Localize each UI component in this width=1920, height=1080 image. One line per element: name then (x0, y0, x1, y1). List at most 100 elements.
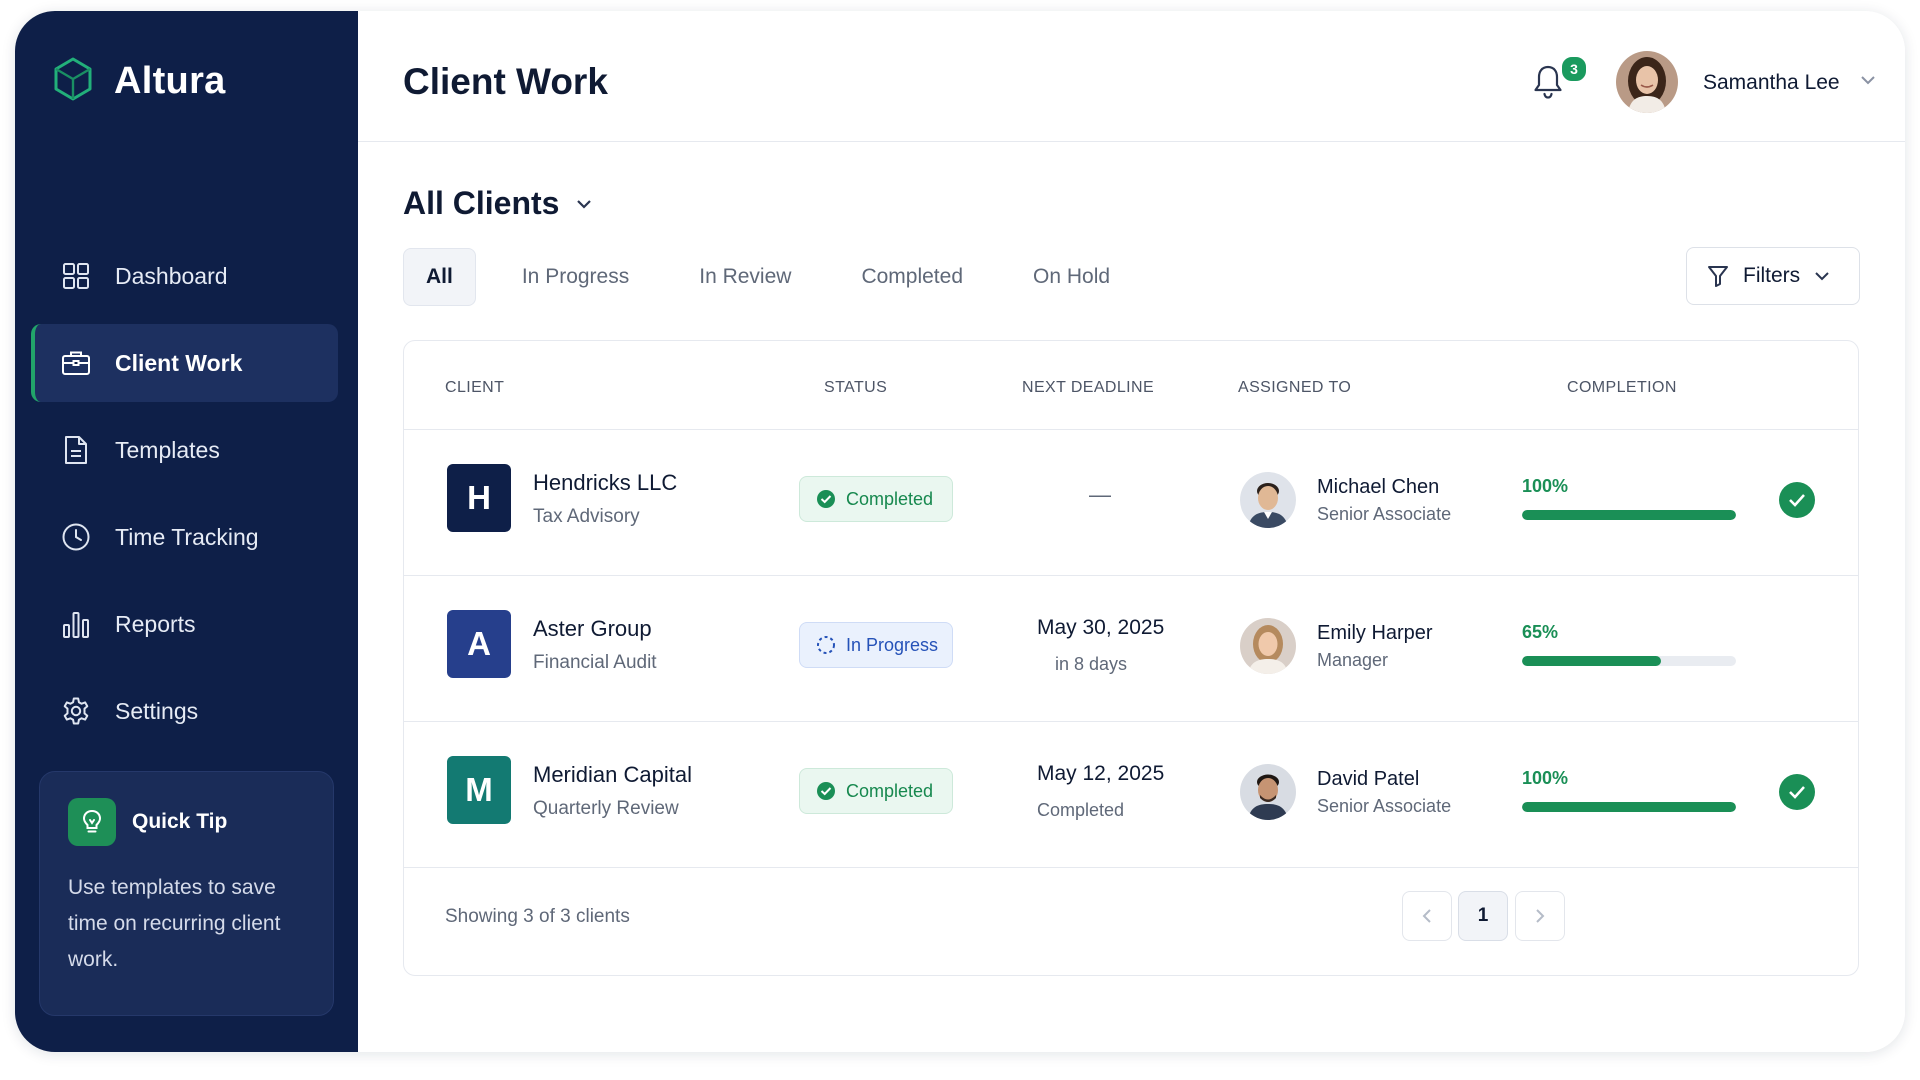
user-name[interactable]: Samantha Lee (1703, 71, 1840, 95)
completion-progress-bar (1522, 510, 1736, 520)
app-name: Altura (114, 60, 226, 102)
section-title[interactable]: All Clients (403, 185, 593, 222)
complete-check-icon (1779, 774, 1815, 810)
client-name[interactable]: Hendricks LLC (533, 470, 677, 496)
column-header-assigned[interactable]: ASSIGNED TO (1238, 379, 1351, 397)
document-icon (61, 435, 91, 465)
sidebar-item-dashboard[interactable]: Dashboard (31, 237, 338, 315)
main-content: Client Work 3 Samantha Lee All Clients A… (358, 11, 1905, 1052)
tab-in-review[interactable]: In Review (677, 248, 813, 306)
client-service: Quarterly Review (533, 798, 679, 819)
chevron-right-icon (1536, 909, 1545, 923)
dashboard-icon (61, 261, 91, 291)
next-page-button[interactable] (1515, 891, 1565, 941)
gear-icon (61, 696, 91, 726)
deadline-date: May 12, 2025 (1037, 762, 1165, 785)
tab-on-hold[interactable]: On Hold (1011, 248, 1132, 306)
notification-count-badge: 3 (1560, 55, 1588, 83)
clock-icon (61, 522, 91, 552)
status-tabs: All In Progress In Review Completed On H… (403, 248, 1158, 306)
filters-button[interactable]: Filters (1686, 247, 1860, 305)
brand[interactable]: Altura (52, 56, 226, 107)
assignee-role: Senior Associate (1317, 796, 1452, 816)
column-header-status[interactable]: STATUS (824, 379, 887, 397)
sidebar-item-label: Settings (115, 697, 199, 724)
completion-percent: 100% (1522, 476, 1569, 496)
check-circle-icon (817, 782, 835, 800)
user-avatar[interactable] (1616, 51, 1678, 113)
tab-completed[interactable]: Completed (839, 248, 985, 306)
assignee-role: Senior Associate (1317, 504, 1452, 524)
table-row[interactable]: M Meridian Capital Quarterly Review Comp… (404, 722, 1858, 868)
section-title-label: All Clients (403, 185, 560, 221)
sidebar: Altura Dashboard Client Work Templates T… (15, 11, 358, 1052)
deadline-date: — (1089, 482, 1111, 507)
column-header-client[interactable]: CLIENT (445, 379, 504, 397)
client-name[interactable]: Meridian Capital (533, 762, 692, 788)
status-label: Completed (846, 780, 934, 801)
sidebar-item-time-tracking[interactable]: Time Tracking (31, 498, 338, 576)
client-service: Financial Audit (533, 652, 657, 673)
sidebar-item-templates[interactable]: Templates (31, 411, 338, 489)
sidebar-nav: Dashboard Client Work Templates Time Tra… (31, 237, 338, 759)
chevron-left-icon (1422, 909, 1431, 923)
status-label: In Progress (846, 634, 939, 655)
assignee-avatar (1240, 618, 1296, 674)
assignee-avatar (1240, 472, 1296, 528)
quick-tip-card: Quick Tip Use templates to save time on … (39, 771, 334, 1016)
column-header-completion[interactable]: COMPLETION (1567, 379, 1677, 397)
client-name[interactable]: Aster Group (533, 616, 652, 642)
client-logo: A (447, 610, 511, 678)
assignee-name: David Patel (1317, 768, 1420, 790)
status-label: Completed (846, 488, 934, 509)
quick-tip-title: Quick Tip (132, 810, 228, 833)
column-header-deadline[interactable]: NEXT DEADLINE (1022, 379, 1154, 397)
status-badge: Completed (799, 476, 953, 522)
lightbulb-icon (68, 798, 116, 846)
client-logo: H (447, 464, 511, 532)
quick-tip-text: Use templates to save time on recurring … (68, 876, 281, 971)
table-row[interactable]: A Aster Group Financial Audit In Progres… (404, 576, 1858, 722)
table-row[interactable]: H Hendricks LLC Tax Advisory Completed —… (404, 430, 1858, 576)
tab-in-progress[interactable]: In Progress (500, 248, 651, 306)
top-bar: Client Work 3 Samantha Lee (358, 11, 1905, 142)
chevron-down-icon (577, 199, 592, 209)
sidebar-item-reports[interactable]: Reports (31, 585, 338, 663)
sidebar-item-settings[interactable]: Settings (31, 672, 338, 750)
sidebar-item-label: Dashboard (115, 262, 228, 289)
assignee-name: Emily Harper (1317, 622, 1433, 644)
check-circle-icon (817, 490, 835, 508)
deadline-relative: Completed (1037, 800, 1125, 820)
clients-table: CLIENT STATUS NEXT DEADLINE ASSIGNED TO … (403, 340, 1859, 976)
completion-percent: 100% (1522, 768, 1569, 788)
bar-chart-icon (61, 609, 91, 639)
filters-label: Filters (1743, 264, 1801, 287)
sidebar-item-label: Reports (115, 610, 196, 637)
table-footer: Showing 3 of 3 clients 1 (404, 864, 1858, 976)
progress-spinner-icon (817, 636, 835, 654)
page-title: Client Work (403, 61, 608, 102)
tab-all[interactable]: All (403, 248, 476, 306)
sidebar-item-label: Time Tracking (115, 523, 259, 550)
completion-progress-bar (1522, 802, 1736, 812)
assignee-name: Michael Chen (1317, 476, 1440, 498)
deadline-relative: in 8 days (1055, 654, 1128, 674)
sidebar-item-label: Client Work (115, 349, 243, 376)
app-window: Altura Dashboard Client Work Templates T… (15, 11, 1905, 1052)
progress-fill (1522, 510, 1736, 520)
briefcase-icon (61, 348, 91, 378)
showing-count: Showing 3 of 3 clients (445, 906, 630, 927)
chevron-down-icon (1815, 272, 1829, 281)
table-header: CLIENT STATUS NEXT DEADLINE ASSIGNED TO … (404, 341, 1858, 430)
page-number-button[interactable]: 1 (1458, 891, 1508, 941)
client-service: Tax Advisory (533, 506, 640, 527)
sidebar-item-client-work[interactable]: Client Work (31, 324, 338, 402)
progress-fill (1522, 656, 1662, 666)
client-logo: M (447, 756, 511, 824)
status-badge: Completed (799, 768, 953, 814)
assignee-role: Manager (1317, 650, 1389, 670)
filter-icon (1708, 266, 1728, 287)
assignee-avatar (1240, 764, 1296, 820)
chevron-down-icon[interactable] (1860, 73, 1876, 91)
prev-page-button[interactable] (1402, 891, 1452, 941)
